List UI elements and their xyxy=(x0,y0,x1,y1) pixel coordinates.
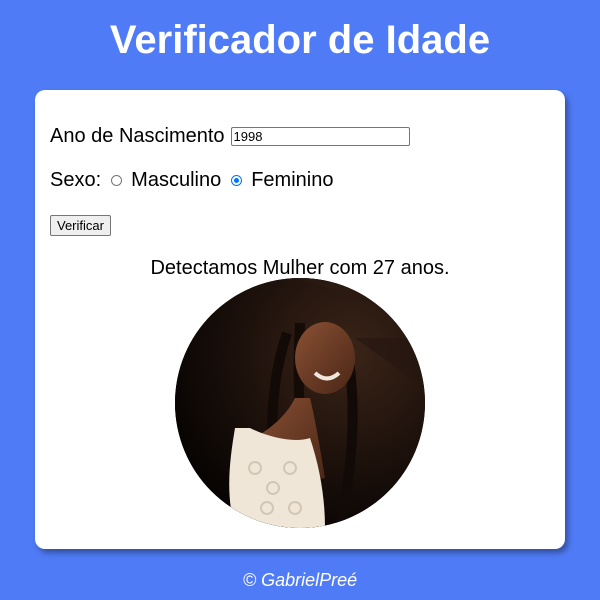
result-photo xyxy=(175,278,425,528)
footer-credit: © GabrielPreé xyxy=(242,570,358,590)
radio-feminino-label[interactable]: Feminino xyxy=(251,169,333,192)
radio-masculino[interactable] xyxy=(111,174,123,186)
radio-feminino[interactable] xyxy=(231,174,243,186)
birth-year-input[interactable] xyxy=(230,126,410,146)
sex-row: Sexo: Masculino Feminino xyxy=(50,168,339,192)
sex-label: Sexo: xyxy=(50,168,102,191)
birth-year-row: Ano de Nascimento xyxy=(50,124,410,148)
page-title: Verificador de Idade xyxy=(109,18,491,62)
verify-button[interactable]: Verificar xyxy=(50,215,111,236)
radio-masculino-label[interactable]: Masculino xyxy=(131,169,221,192)
result-message: Detectamos Mulher com 27 anos. xyxy=(150,257,450,279)
verifier-card: Ano de Nascimento Sexo: Masculino Femini… xyxy=(35,90,565,549)
woman-photo-illustration xyxy=(175,278,425,528)
birth-year-label: Ano de Nascimento xyxy=(50,124,225,147)
